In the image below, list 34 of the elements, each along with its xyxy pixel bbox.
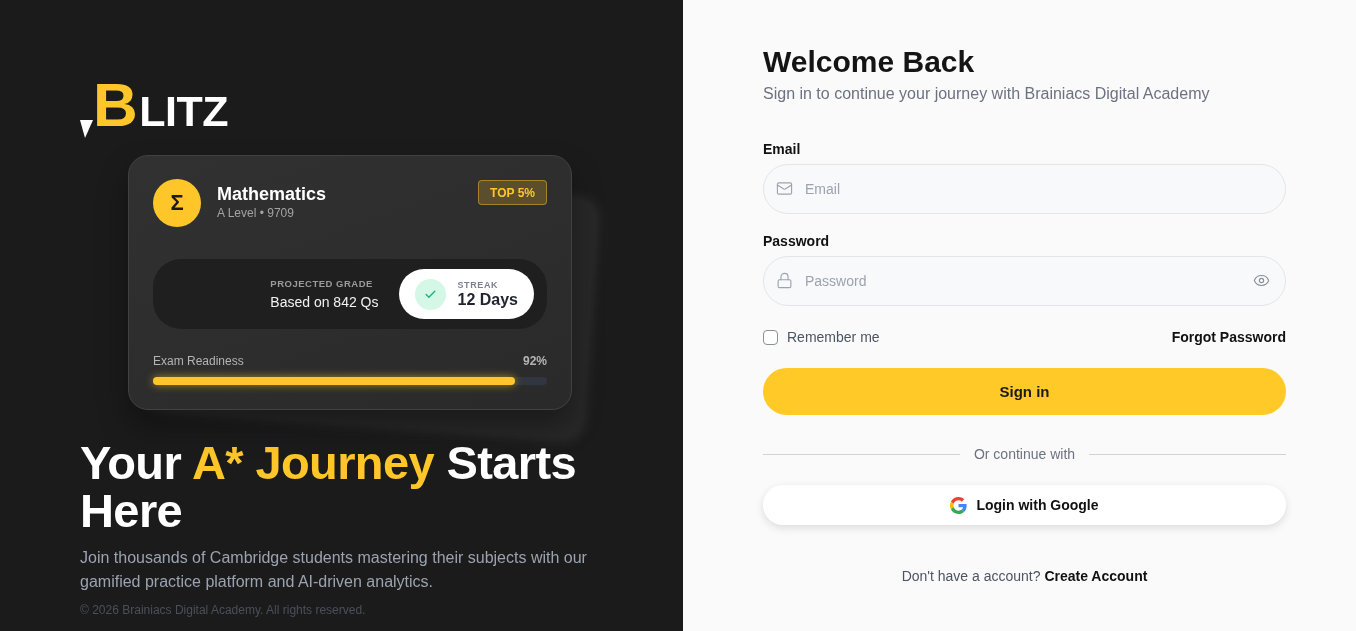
remember-me-label[interactable]: Remember me [787, 329, 880, 345]
remember-checkbox[interactable] [763, 329, 778, 345]
readiness-label: Exam Readiness [153, 353, 244, 369]
google-login-button[interactable]: Login with Google [763, 485, 1286, 525]
signup-prompt: Don't have a account? Create Account [900, 567, 1149, 586]
rank-badge: TOP 5% [478, 180, 547, 205]
stat-label: PROJECTED GRADE [270, 278, 373, 289]
sign-in-button[interactable]: Sign in [763, 368, 1286, 415]
pencil-tip-icon [80, 120, 93, 138]
form-subtitle: Sign in to continue your journey with Brainiacs Digital Academy [763, 84, 1211, 104]
password-field[interactable]: Password [763, 256, 1286, 306]
copyright-text: © 2026 Brainiacs Digital Academy. All rights reserved. [80, 602, 366, 618]
subject-subtitle: A Level • 9709 [217, 205, 294, 221]
stat-value: Based on 842 Qs [270, 294, 379, 310]
readiness-reading: 92% [522, 353, 547, 369]
hero-headline: Your A* Journey Starts Here [80, 439, 578, 535]
create-account-link[interactable]: Create Account [1044, 568, 1148, 584]
divider-text: Or continue with [973, 445, 1076, 464]
eye-icon[interactable] [1253, 272, 1270, 289]
lock-icon [776, 272, 793, 289]
logo-wordmark: BLITZ [93, 79, 229, 137]
field-label: Email [763, 140, 802, 159]
streak-value: 12 Days [457, 289, 518, 309]
subject-title: Mathematics [217, 183, 327, 205]
mail-icon [776, 180, 793, 197]
field-label: Password [763, 232, 831, 251]
form-title: Welcome Back [763, 44, 976, 80]
check-icon [414, 278, 446, 310]
forgot-password-link[interactable]: Forgot Password [1171, 329, 1286, 345]
google-icon [950, 496, 968, 514]
streak-label: STREAK [457, 279, 499, 290]
email-field[interactable]: Email [763, 164, 1286, 214]
subject-symbol: Σ [153, 179, 201, 227]
hero-description: Join thousands of Cambridge students mastering their subjects with our gamified practice platform and AI-driven analytics. [80, 548, 588, 592]
